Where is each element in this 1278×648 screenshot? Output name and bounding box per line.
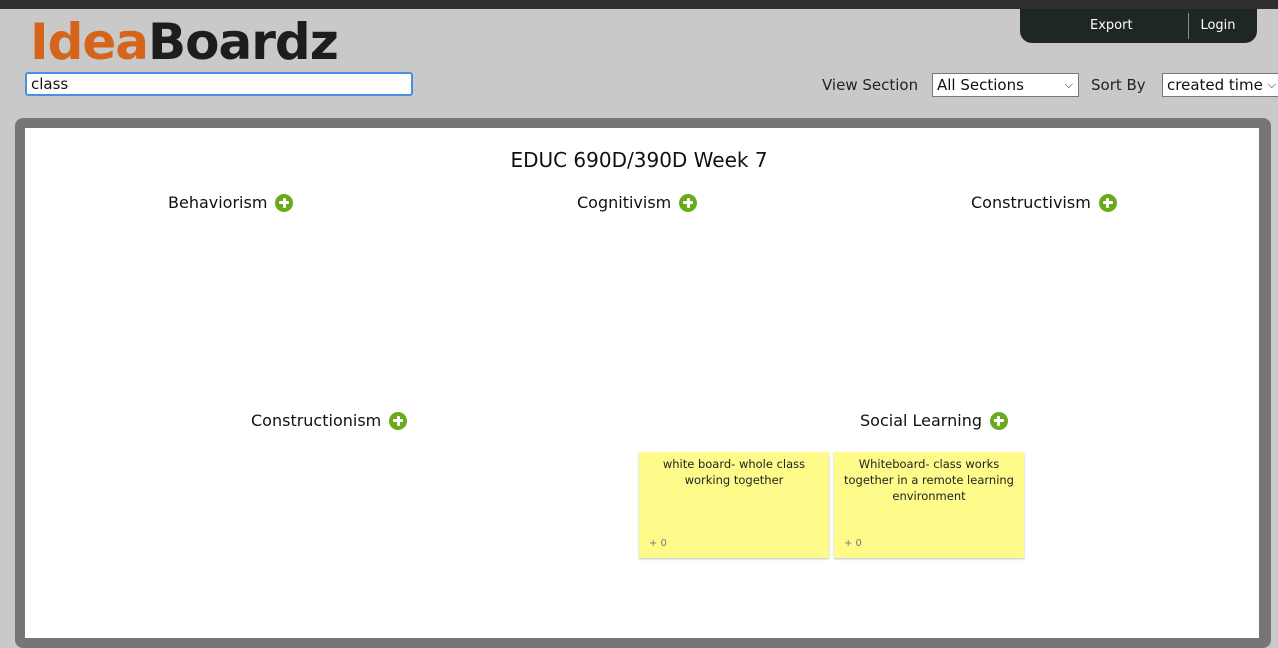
section-behaviorism: Behaviorism [168,193,294,212]
section-constructionism: Constructionism [251,411,408,430]
logo-text-boardz: Boardz [148,13,339,71]
add-note-icon[interactable] [275,193,294,212]
note-text: Whiteboard- class works together in a re… [844,457,1014,503]
top-border [0,0,1278,9]
board-title: EDUC 690D/390D Week 7 [510,148,768,172]
section-title: Social Learning [860,411,982,430]
sort-by-label: Sort By [1091,76,1146,94]
section-title: Constructivism [971,193,1091,212]
view-section-value: All Sections [937,76,1024,94]
add-note-icon[interactable] [989,411,1008,430]
search-input[interactable] [25,72,413,96]
sticky-note[interactable]: Whiteboard- class works together in a re… [834,452,1024,558]
section-title: Cognitivism [577,193,672,212]
view-section-label: View Section [822,76,919,94]
sticky-note[interactable]: white board- whole class working togethe… [639,452,829,558]
section-title: Behaviorism [168,193,268,212]
chevron-down-icon: ⌵ [1267,78,1276,91]
section-social-learning: Social Learning [860,411,1008,430]
nav-divider [1188,13,1189,39]
vote-count[interactable]: + 0 [649,536,667,552]
logo[interactable]: IdeaBoardz [30,12,339,71]
section-cognitivism: Cognitivism [577,193,698,212]
view-section-select[interactable]: All Sections ⌵ [932,73,1079,97]
add-note-icon[interactable] [679,193,698,212]
add-note-icon[interactable] [1098,193,1117,212]
logo-text-idea: Idea [30,13,149,71]
sort-by-select[interactable]: created time ⌵ [1162,73,1278,97]
note-text: white board- whole class working togethe… [662,457,806,487]
export-link[interactable]: Export [1090,9,1133,43]
top-nav: Export Login [1020,9,1257,43]
section-constructivism: Constructivism [971,193,1117,212]
chevron-down-icon: ⌵ [1064,78,1073,91]
sort-by-value: created time [1167,76,1263,94]
add-note-icon[interactable] [389,411,408,430]
login-link[interactable]: Login [1196,9,1240,43]
vote-count[interactable]: + 0 [844,536,862,552]
section-title: Constructionism [251,411,382,430]
